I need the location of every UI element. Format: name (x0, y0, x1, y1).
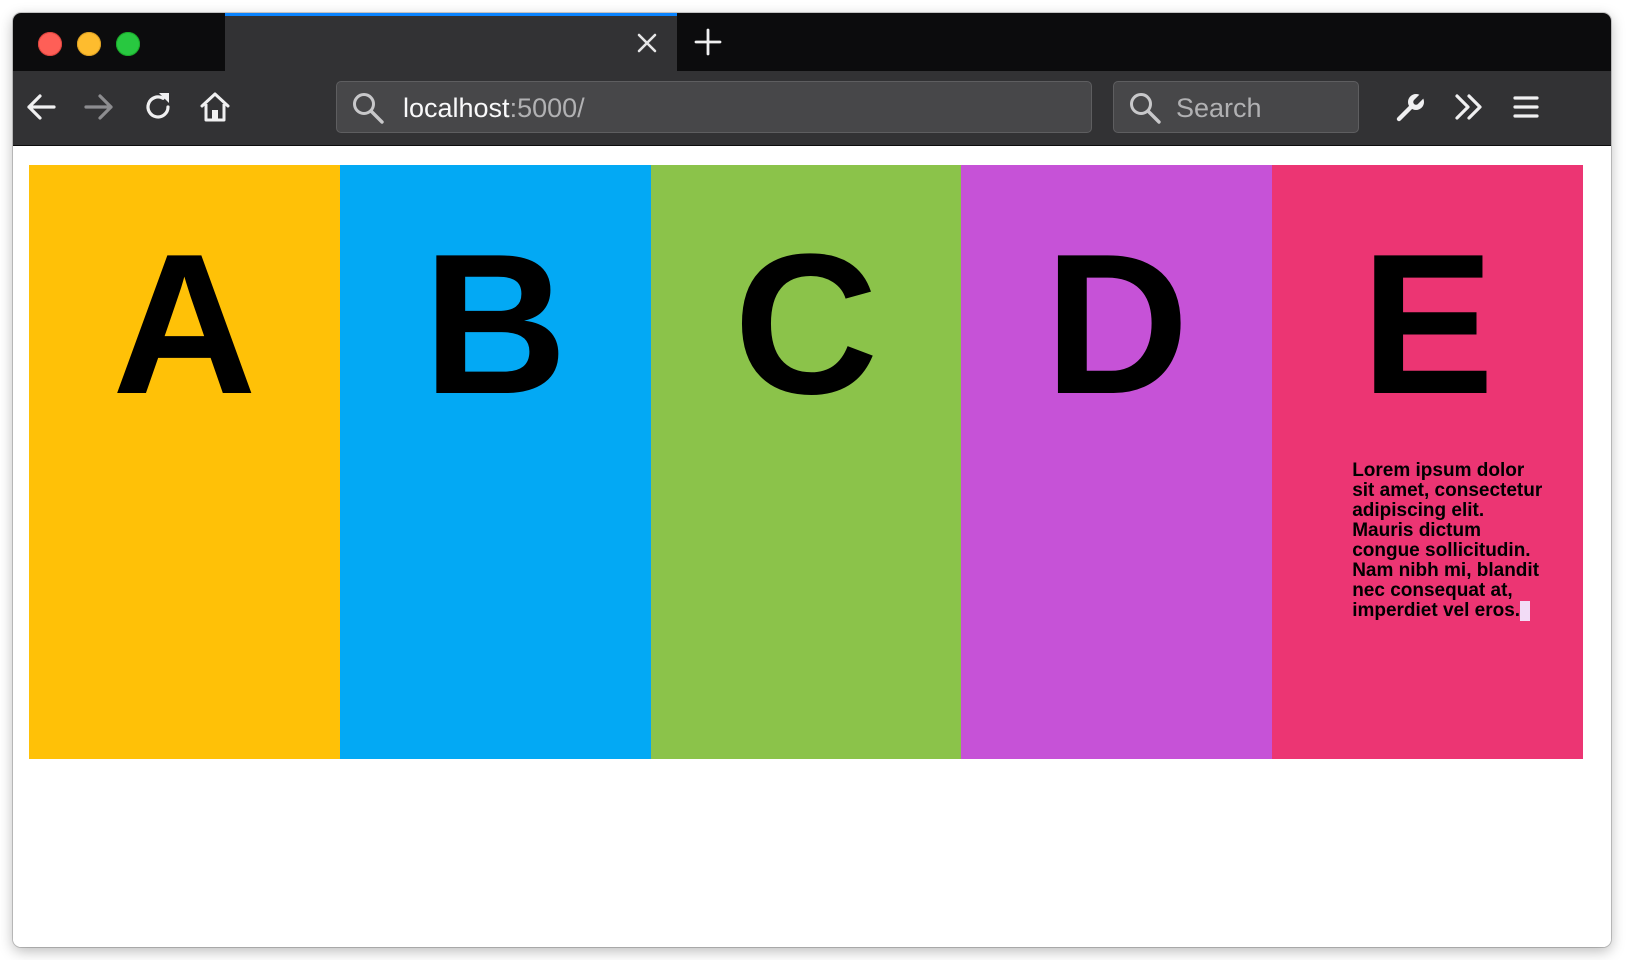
url-text: localhost:5000/ (403, 93, 585, 123)
search-icon (1130, 93, 1161, 124)
browser-window: localhost:5000/ Search A B C D E Lorem i… (13, 13, 1611, 947)
search-placeholder: Search (1176, 93, 1262, 123)
reload-button[interactable] (136, 85, 180, 129)
lorem-paragraph[interactable]: Lorem ipsum dolor sit amet, consectetur … (1352, 461, 1548, 621)
tab-active[interactable] (225, 13, 677, 71)
tab-bar (13, 13, 1611, 71)
plus-icon (694, 28, 722, 56)
wrench-icon (1396, 90, 1428, 122)
search-bar[interactable]: Search (1113, 81, 1359, 133)
column-letter: C (733, 213, 879, 436)
url-host: localhost (403, 93, 510, 123)
forward-arrow-icon (84, 94, 113, 120)
column-d: D (961, 165, 1273, 759)
column-e: E Lorem ipsum dolor sit amet, consectetu… (1272, 165, 1583, 759)
overflow-menu-button[interactable] (1447, 85, 1491, 129)
window-close-button[interactable] (38, 32, 62, 56)
url-bar[interactable]: localhost:5000/ (336, 81, 1092, 133)
search-icon (353, 93, 384, 124)
new-tab-button[interactable] (689, 23, 727, 61)
column-letter: D (1044, 213, 1189, 436)
page-content: A B C D E Lorem ipsum dolor sit amet, co… (13, 146, 1611, 947)
column-c: C (650, 165, 962, 759)
navigation-toolbar: localhost:5000/ Search (13, 71, 1611, 146)
url-port-path: :5000/ (509, 93, 585, 123)
close-icon (637, 33, 657, 53)
hamburger-menu-icon (1513, 96, 1539, 118)
developer-tools-button[interactable] (1389, 85, 1433, 129)
column-letter: A (112, 213, 257, 436)
flex-container: A B C D E Lorem ipsum dolor sit amet, co… (29, 165, 1583, 759)
home-icon (200, 92, 230, 122)
tab-close-button[interactable] (631, 27, 663, 59)
back-arrow-icon (27, 94, 56, 120)
column-a: A (29, 165, 340, 759)
chevron-double-right-icon (1455, 94, 1482, 120)
lorem-text: Lorem ipsum dolor sit amet, consectetur … (1352, 460, 1543, 621)
column-letter: E (1360, 213, 1495, 436)
window-minimize-button[interactable] (77, 32, 101, 56)
column-letter: B (422, 213, 568, 436)
column-b: B (339, 165, 651, 759)
window-maximize-button[interactable] (116, 32, 140, 56)
main-menu-button[interactable] (1504, 85, 1548, 129)
home-button[interactable] (193, 85, 237, 129)
reload-icon (146, 93, 170, 119)
forward-button[interactable] (77, 85, 121, 129)
back-button[interactable] (19, 85, 63, 129)
text-cursor (1520, 601, 1531, 621)
